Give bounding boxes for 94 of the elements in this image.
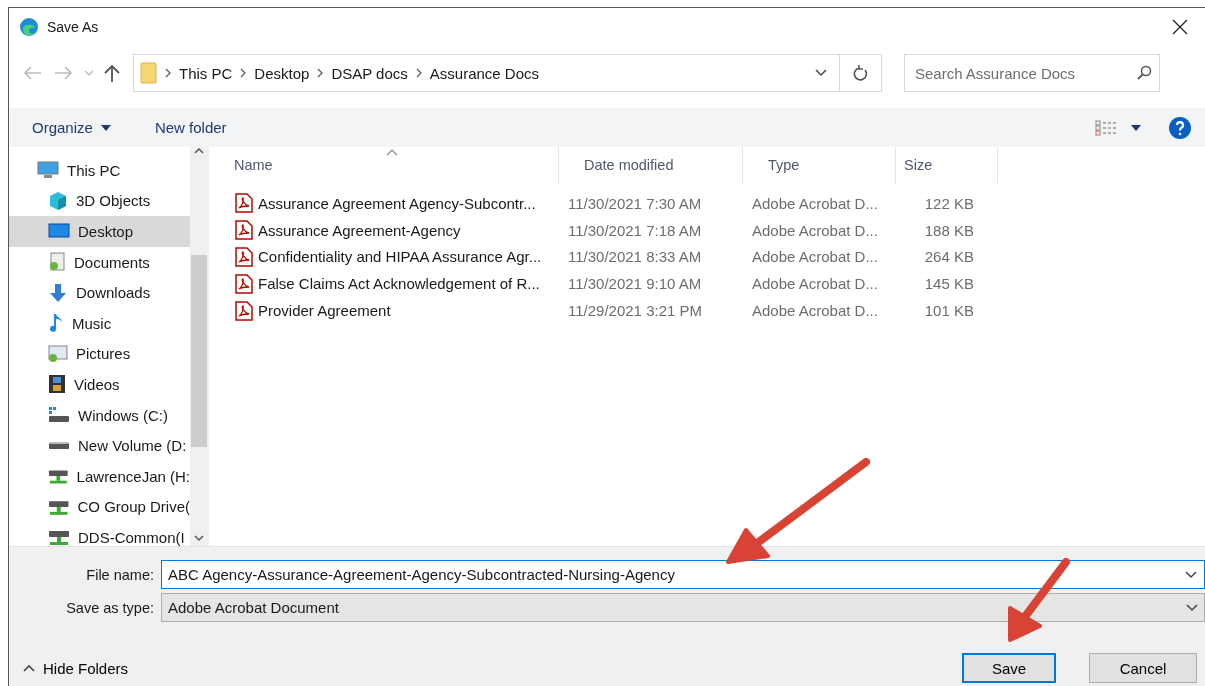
pdf-file-icon — [234, 300, 254, 321]
browser-logo-icon — [19, 16, 39, 37]
type-cell-text: Adobe Acrobat D... — [751, 248, 879, 266]
address-bar[interactable]: This PC Desktop DSAP docs Assurance Docs — [133, 54, 882, 92]
chevron-right-icon — [317, 68, 324, 78]
refresh-icon — [852, 64, 869, 82]
sidebar-item[interactable]: Desktop — [9, 216, 190, 247]
size-cell-text: 101 KB — [923, 302, 974, 320]
file-type-dropdown[interactable]: Adobe Acrobat Document — [161, 593, 1205, 622]
search-icon[interactable] — [1136, 65, 1152, 81]
new-folder-button[interactable]: New folder — [154, 119, 227, 136]
sidebar-item[interactable]: Music — [9, 307, 190, 339]
sidebar-item[interactable]: Documents — [9, 246, 190, 278]
drive-icon — [48, 441, 70, 451]
scroll-up-icon[interactable] — [194, 147, 204, 155]
breadcrumb[interactable]: Desktop — [254, 64, 310, 82]
sidebar-item[interactable]: CO Group Drive( — [9, 491, 190, 523]
pdf-file-icon — [234, 220, 254, 241]
file-row[interactable]: Assurance Agreement Agency-Subcontr... 11/30/2021 7:30 AM Adobe Acrobat D... 122 KB — [209, 190, 1205, 217]
help-icon[interactable] — [1169, 116, 1191, 139]
file-name-field[interactable]: ABC Agency-Assurance-Agreement-Agency-Subcontracted-Nursing-Agency — [161, 560, 1205, 589]
sidebar-item[interactable]: Videos — [9, 369, 190, 400]
caret-icon — [1131, 124, 1141, 131]
breadcrumb[interactable]: DSAP docs — [331, 64, 408, 82]
scroll-down-icon[interactable] — [194, 534, 204, 542]
date-cell-text: 11/30/2021 9:10 AM — [567, 275, 703, 293]
file-name: Assurance Agreement-Agency — [258, 221, 462, 239]
search-field[interactable]: Search Assurance Docs — [904, 54, 1160, 92]
column-header[interactable]: Type — [743, 147, 896, 183]
size-cell-text: 188 KB — [923, 221, 974, 239]
folder-icon — [140, 62, 157, 84]
pdf-file-icon — [234, 247, 254, 267]
music-note-icon — [48, 313, 64, 334]
sidebar-item[interactable]: New Volume (D: — [9, 430, 190, 461]
chevron-down-icon — [815, 69, 827, 77]
sidebar-item[interactable]: Windows (C:) — [9, 399, 190, 431]
chevron-down-icon — [1186, 603, 1198, 612]
type-cell-text: Adobe Acrobat D... — [751, 275, 879, 293]
date-cell-text: 11/30/2021 8:33 AM — [567, 248, 703, 266]
sidebar-item[interactable]: LawrenceJan (H: — [9, 460, 190, 492]
cube-icon — [48, 190, 68, 211]
file-name: Confidentiality and HIPAA Assurance Agr... — [258, 248, 543, 266]
file-row[interactable]: Confidentiality and HIPAA Assurance Agr... 11/30/2021 8:33 AM Adobe Acrobat D... 264 KB — [209, 243, 1205, 271]
sidebar-item[interactable]: This PC — [9, 155, 190, 186]
cancel-button[interactable]: Cancel — [1089, 653, 1197, 683]
date-cell-text: 11/30/2021 7:18 AM — [567, 221, 703, 239]
chevron-right-icon — [415, 68, 422, 78]
type-cell-text: Adobe Acrobat D... — [751, 194, 879, 212]
caret-icon — [100, 124, 111, 131]
size-cell-text: 264 KB — [923, 248, 974, 266]
close-icon — [1172, 18, 1188, 35]
document-icon — [48, 252, 66, 273]
sidebar-item[interactable]: 3D Objects — [9, 185, 190, 217]
pdf-file-icon — [234, 193, 254, 214]
monitor-icon — [37, 161, 59, 180]
download-arrow-icon — [48, 282, 68, 303]
sidebar-item[interactable]: Pictures — [9, 338, 190, 370]
sidebar-item[interactable]: Downloads — [9, 277, 190, 308]
film-icon — [48, 374, 66, 395]
hide-folders-button[interactable]: Hide Folders — [23, 659, 129, 677]
field-label: File name: — [85, 566, 155, 583]
type-cell-text: Adobe Acrobat D... — [751, 302, 879, 320]
column-header[interactable]: Name — [209, 147, 559, 183]
organize-button[interactable]: Organize — [32, 119, 111, 136]
chevron-up-icon — [23, 664, 35, 672]
chevron-right-icon — [240, 68, 247, 78]
file-row[interactable]: Provider Agreement 11/29/2021 3:21 PM Adobe Acrobat D... 101 KB — [209, 297, 1205, 324]
chevron-right-icon — [165, 68, 171, 78]
file-name: Provider Agreement — [258, 302, 392, 320]
save-button[interactable]: Save — [962, 653, 1056, 683]
file-name: Assurance Agreement Agency-Subcontr... — [258, 194, 537, 212]
date-cell-text: 11/30/2021 7:30 AM — [567, 194, 703, 212]
breadcrumb[interactable]: Assurance Docs — [429, 64, 540, 82]
type-cell-text: Adobe Acrobat D... — [751, 221, 879, 239]
date-cell-text: 11/29/2021 3:21 PM — [567, 302, 703, 320]
field-label: Save as type: — [65, 599, 155, 616]
monitor-icon — [48, 223, 70, 240]
size-cell-text: 145 KB — [923, 275, 974, 293]
sidebar-item[interactable]: DDS-Common(I — [9, 522, 190, 546]
view-options-button[interactable] — [1095, 119, 1141, 136]
column-header[interactable]: Date modified — [559, 147, 743, 183]
breadcrumb[interactable]: This PC — [179, 64, 233, 82]
file-row[interactable]: False Claims Act Acknowledgement of R... 11/30/2021 9:10 AM Adobe Acrobat D... 145 KB — [209, 270, 1205, 298]
pdf-file-icon — [234, 273, 254, 294]
picture-icon — [48, 344, 68, 363]
drive-icon — [48, 406, 70, 425]
chevron-down-icon — [1185, 570, 1197, 579]
size-cell-text: 122 KB — [923, 194, 974, 212]
sort-caret-icon — [386, 149, 398, 156]
file-row[interactable]: Assurance Agreement-Agency 11/30/2021 7:18 AM Adobe Acrobat D... 188 KB — [209, 216, 1205, 244]
file-name: False Claims Act Acknowledgement of R... — [258, 275, 541, 293]
scrollbar-thumb[interactable] — [191, 255, 207, 447]
column-header[interactable]: Size — [896, 147, 998, 183]
window-title: Save As — [47, 18, 100, 35]
